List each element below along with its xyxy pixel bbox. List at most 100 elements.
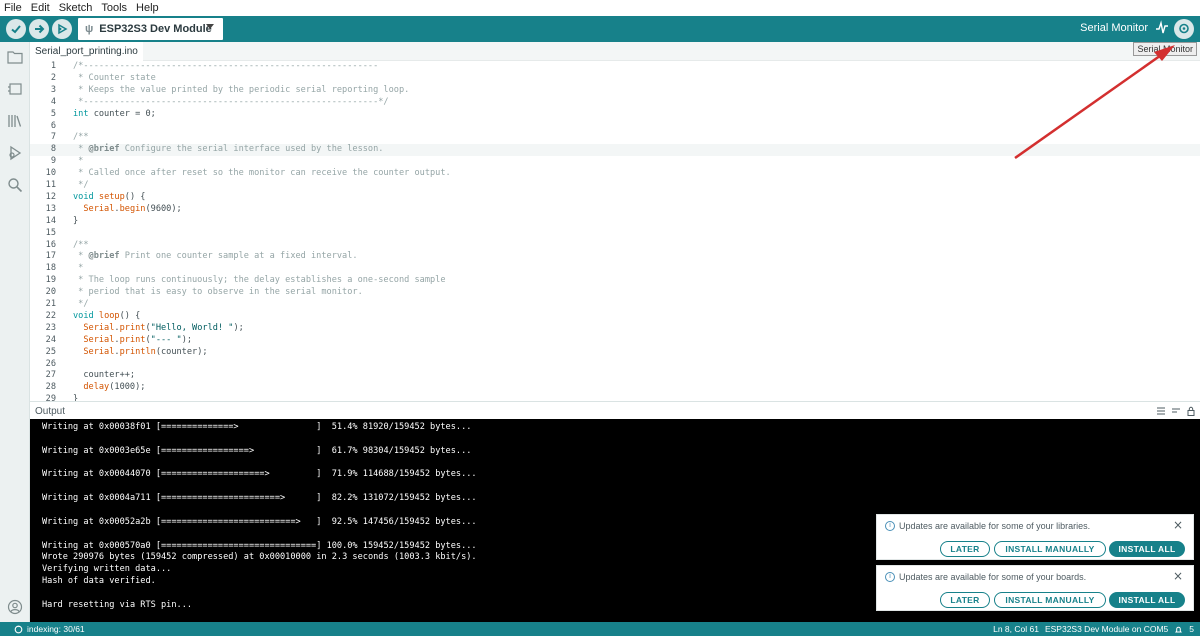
code-line[interactable]: 27 counter++; (30, 370, 1200, 382)
lock-icon[interactable] (1186, 406, 1196, 416)
code-token: /*--------------------------------------… (73, 61, 379, 71)
menu-sketch[interactable]: Sketch (59, 2, 93, 14)
code-line[interactable]: 23 Serial.print("Hello, World! "); (30, 323, 1200, 335)
code-line[interactable]: 10 * Called once after reset so the moni… (30, 168, 1200, 180)
code-text: * The loop runs continuously; the delay … (73, 275, 445, 287)
code-line[interactable]: 2 * Counter state (30, 73, 1200, 85)
code-line[interactable]: 12 void setup() { (30, 192, 1200, 204)
verify-button[interactable] (6, 19, 26, 39)
menu-edit[interactable]: Edit (31, 2, 50, 14)
line-number: 7 (50, 132, 56, 143)
notification-message: Updates are available for some of your b… (899, 572, 1087, 582)
chevron-down-icon (206, 24, 214, 29)
output-line: Writing at 0x00038f01 [==============> ]… (42, 422, 472, 432)
install-all-button[interactable]: INSTALL ALL (1109, 592, 1185, 608)
code-line[interactable]: 6 (30, 121, 1200, 133)
code-token: Serial (83, 334, 115, 345)
serial-monitor-tooltip: Serial Monitor (1133, 42, 1197, 56)
debug-button[interactable] (52, 19, 72, 39)
code-token: * (73, 144, 89, 155)
menu-tools[interactable]: Tools (101, 2, 127, 14)
code-line[interactable]: 26 (30, 359, 1200, 371)
code-line[interactable]: 22 void loop() { (30, 311, 1200, 323)
toggle-scroll-icon[interactable] (1156, 406, 1166, 416)
code-token: setup (98, 191, 125, 202)
close-icon[interactable]: × (1173, 569, 1183, 583)
upload-button[interactable] (29, 19, 49, 39)
code-line[interactable]: 24 Serial.print("--- "); (30, 335, 1200, 347)
code-text: * period that is easy to observe in the … (73, 287, 363, 299)
later-button[interactable]: LATER (940, 592, 990, 608)
sketchbook-folder-icon[interactable] (6, 48, 24, 66)
install-manually-button[interactable]: INSTALL MANUALLY (994, 541, 1106, 557)
code-line[interactable]: 8 * @brief Configure the serial interfac… (30, 144, 1200, 157)
line-number: 25 (45, 346, 56, 357)
close-icon[interactable]: × (1173, 518, 1183, 532)
code-text: * Keeps the value printed by the periodi… (73, 85, 409, 97)
install-manually-button[interactable]: INSTALL MANUALLY (994, 592, 1106, 608)
boards-manager-icon[interactable] (6, 80, 24, 98)
code-line[interactable]: 13 Serial.begin(9600); (30, 204, 1200, 216)
code-text: *---------------------------------------… (73, 97, 388, 109)
code-line[interactable]: 4 *-------------------------------------… (30, 97, 1200, 109)
code-line[interactable]: 29} (30, 394, 1200, 401)
code-line[interactable]: 28 delay(1000); (30, 382, 1200, 394)
menu-file[interactable]: File (4, 2, 22, 14)
code-token: () { (124, 191, 146, 202)
code-token: * Counter state (73, 72, 156, 83)
code-line[interactable]: 5 int counter = 0; (30, 109, 1200, 121)
line-number: 23 (45, 322, 56, 333)
output-line: Writing at 0x0004a711 [=================… (42, 493, 477, 504)
code-line[interactable]: 11 */ (30, 180, 1200, 192)
line-number: 4 (50, 96, 56, 107)
board-selector[interactable]: ψ ESP32S3 Dev Module (78, 18, 223, 40)
serial-monitor-button[interactable] (1174, 19, 1194, 39)
line-number: 21 (45, 299, 56, 309)
cursor-position[interactable]: Ln 8, Col 61 (993, 624, 1039, 634)
code-token: "--- " (150, 334, 182, 345)
code-token: () { (119, 310, 141, 321)
code-line[interactable]: 19 * The loop runs continuously; the del… (30, 275, 1200, 287)
clear-output-icon[interactable] (1171, 406, 1181, 416)
code-token: loop (98, 310, 120, 321)
serial-plotter-icon[interactable] (1155, 20, 1169, 36)
line-number: 19 (45, 275, 56, 286)
code-line[interactable]: 18 * (30, 263, 1200, 275)
notification-count[interactable]: 5 (1189, 624, 1194, 634)
line-number: 27 (45, 370, 56, 381)
line-number: 11 (45, 180, 56, 190)
line-number: 13 (45, 203, 56, 214)
code-line[interactable]: 9 * (30, 156, 1200, 168)
line-number: 1 (50, 61, 56, 71)
code-token: /** (73, 132, 89, 143)
later-button[interactable]: LATER (940, 541, 990, 557)
debug-panel-icon[interactable] (6, 144, 24, 162)
code-line[interactable]: 17 * @brief Print one counter sample at … (30, 251, 1200, 263)
code-line[interactable]: 16 /** (30, 240, 1200, 252)
code-line[interactable]: 15 (30, 228, 1200, 240)
code-token: (1000); (109, 382, 146, 393)
code-line[interactable]: 14} (30, 216, 1200, 228)
code-line[interactable]: 21 */ (30, 299, 1200, 311)
code-editor[interactable]: 1 /*-------------------------------------… (30, 61, 1200, 401)
install-all-button[interactable]: INSTALL ALL (1109, 541, 1185, 557)
code-line[interactable]: 1 /*-------------------------------------… (30, 61, 1200, 73)
code-text: } (73, 216, 78, 228)
library-manager-icon[interactable] (6, 112, 24, 130)
code-token: /** (73, 239, 89, 250)
bell-icon[interactable] (1174, 625, 1183, 634)
indexing-status: indexing: 30/61 (27, 624, 85, 634)
code-line[interactable]: 20 * period that is easy to observe in t… (30, 287, 1200, 299)
code-token: Print one counter sample at a fixed inte… (119, 251, 358, 262)
board-port-status[interactable]: ESP32S3 Dev Module on COM5 (1045, 624, 1168, 634)
profile-icon[interactable] (6, 598, 24, 616)
tab-sketch-file[interactable]: Serial_port_printing.ino (30, 42, 143, 61)
code-line[interactable]: 7 /** (30, 132, 1200, 144)
code-line[interactable]: 3 * Keeps the value printed by the perio… (30, 85, 1200, 97)
search-icon[interactable] (6, 176, 24, 194)
code-token: Serial (83, 322, 115, 333)
menu-help[interactable]: Help (136, 2, 159, 14)
code-line[interactable]: 25 Serial.println(counter); (30, 347, 1200, 359)
code-token: } (73, 215, 79, 226)
